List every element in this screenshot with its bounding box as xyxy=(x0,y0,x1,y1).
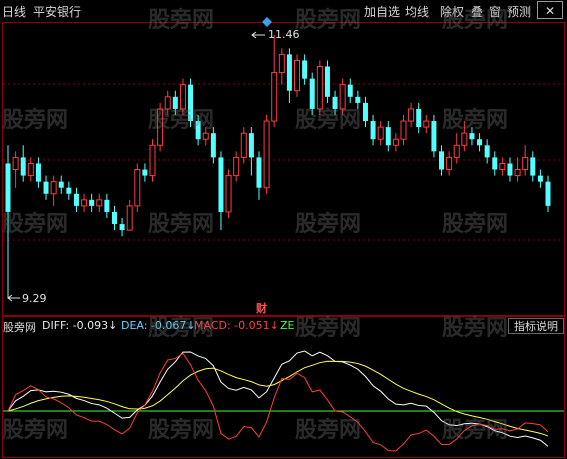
candle-body[interactable] xyxy=(233,156,240,177)
macd-title: 股旁网 xyxy=(3,321,36,334)
candle-body[interactable] xyxy=(172,96,178,109)
candle-body[interactable] xyxy=(111,211,117,225)
candle-body[interactable] xyxy=(149,144,156,177)
candle-body[interactable] xyxy=(347,84,353,97)
high-marker-icon xyxy=(262,17,272,27)
candle-body[interactable] xyxy=(385,127,391,146)
candle-body[interactable] xyxy=(453,144,460,158)
candle-body[interactable] xyxy=(89,199,95,206)
ze-value: ZE xyxy=(280,319,295,332)
candle-body[interactable] xyxy=(96,199,103,207)
candle-body[interactable] xyxy=(104,199,110,212)
macd-panel-frame xyxy=(2,316,565,458)
candle-body[interactable] xyxy=(43,181,49,194)
candle-body[interactable] xyxy=(392,138,399,146)
candle-body[interactable] xyxy=(461,132,468,146)
candle-body[interactable] xyxy=(157,108,164,146)
candle-body[interactable] xyxy=(545,181,551,206)
candle-body[interactable] xyxy=(164,96,171,110)
candle-body[interactable] xyxy=(309,78,315,109)
dea-value: DEA: -0.067↓ xyxy=(121,319,196,332)
candle-body[interactable] xyxy=(58,181,64,188)
candle-body[interactable] xyxy=(142,169,148,176)
macd-lines xyxy=(3,350,564,452)
candle-body[interactable] xyxy=(218,157,224,212)
candle-body[interactable] xyxy=(248,133,254,158)
candle-body[interactable] xyxy=(439,151,445,170)
candle-body[interactable] xyxy=(50,181,57,195)
candle-body[interactable] xyxy=(134,169,141,207)
candle-body[interactable] xyxy=(210,133,216,158)
candle-body[interactable] xyxy=(484,145,490,158)
candle-body[interactable] xyxy=(332,96,338,109)
candle-body[interactable] xyxy=(316,66,323,110)
candle-body[interactable] xyxy=(302,60,308,79)
financial-marker[interactable]: 财 xyxy=(256,300,267,316)
candle-body[interactable] xyxy=(20,157,26,176)
candle-body[interactable] xyxy=(286,54,292,91)
candle-body[interactable] xyxy=(324,66,330,97)
macd-value: MACD: -0.051↓ xyxy=(194,319,279,332)
candle-body[interactable] xyxy=(66,187,72,194)
candle-body[interactable] xyxy=(5,163,11,212)
candle-body[interactable] xyxy=(202,132,209,140)
candle-body[interactable] xyxy=(12,156,19,171)
candle-body[interactable] xyxy=(119,224,125,231)
candle-body[interactable] xyxy=(477,139,483,146)
indicator-help-button[interactable]: 指标说明 xyxy=(508,318,564,334)
candle-body[interactable] xyxy=(362,102,368,122)
candle-body[interactable] xyxy=(179,84,186,110)
candle-body[interactable] xyxy=(271,72,278,122)
candle-body[interactable] xyxy=(370,121,376,140)
dea-line xyxy=(7,360,549,437)
candle-body[interactable] xyxy=(446,156,453,171)
candle-body[interactable] xyxy=(377,126,384,140)
candle-body[interactable] xyxy=(537,175,543,182)
candle-body[interactable] xyxy=(416,108,422,128)
candle-body[interactable] xyxy=(126,205,133,231)
candle-body[interactable] xyxy=(27,162,34,177)
diff-value: DIFF: -0.093↓ xyxy=(42,319,118,332)
low-price-label: 9.29 xyxy=(22,292,47,305)
candle-body[interactable] xyxy=(507,163,513,176)
candle-body[interactable] xyxy=(73,193,79,206)
price-gridlines xyxy=(3,83,564,241)
candle-body[interactable] xyxy=(400,120,407,140)
candle-body[interactable] xyxy=(263,120,270,189)
high-price-label: 11.46 xyxy=(268,28,300,41)
diff-line xyxy=(7,350,549,447)
candle-body[interactable] xyxy=(256,157,262,188)
candle-body[interactable] xyxy=(423,120,430,128)
candle-body[interactable] xyxy=(408,108,415,122)
candle-body[interactable] xyxy=(339,84,346,110)
candle-body[interactable] xyxy=(355,96,361,103)
candle-body[interactable] xyxy=(294,59,301,92)
candle-body[interactable] xyxy=(530,157,536,176)
chart-canvas xyxy=(2,17,565,458)
candlestick-series xyxy=(5,35,551,298)
candle-body[interactable] xyxy=(35,163,41,182)
candle-body[interactable] xyxy=(225,175,232,213)
candle-body[interactable] xyxy=(522,156,529,171)
candle-body[interactable] xyxy=(195,121,201,140)
candle-body[interactable] xyxy=(514,169,521,177)
candle-body[interactable] xyxy=(188,84,194,122)
candle-body[interactable] xyxy=(81,199,88,207)
candle-body[interactable] xyxy=(499,162,506,171)
candle-body[interactable] xyxy=(469,133,475,140)
candle-body[interactable] xyxy=(278,53,285,74)
stock-chart-window: 日线 平安银行 加自选 均线 除权 叠 窗 预测 ✕ 11.46 9.29 财 … xyxy=(0,0,567,459)
candle-body[interactable] xyxy=(240,132,247,158)
candle-body[interactable] xyxy=(431,121,437,152)
candle-body[interactable] xyxy=(492,157,498,170)
